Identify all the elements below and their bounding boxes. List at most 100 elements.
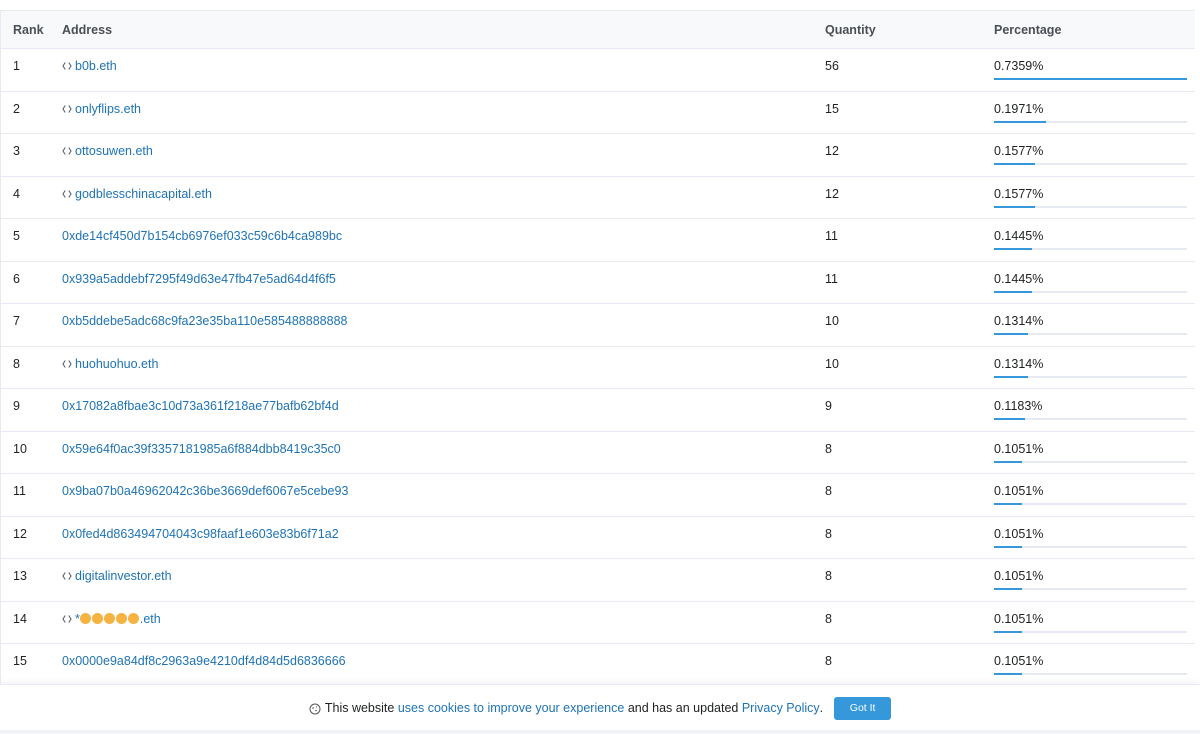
quantity-cell: 10	[813, 346, 982, 389]
got-it-button[interactable]: Got It	[834, 696, 892, 720]
address-cell: 0x0fed4d863494704043c98faaf1e603e83b6f71…	[50, 516, 813, 559]
percentage-value: 0.1971%	[994, 101, 1044, 116]
ens-diamond-icon	[62, 613, 72, 623]
header-quantity: Quantity	[813, 11, 982, 49]
address-cell: * .eth	[50, 601, 813, 644]
quantity-cell: 9	[813, 388, 982, 432]
holder-address-link[interactable]: digitalinvestor.eth	[75, 569, 172, 583]
holder-address-link[interactable]: godblesschinacapital.eth	[75, 187, 212, 201]
percentage-bar-fill	[994, 460, 1022, 463]
percentage-value: 0.1051%	[994, 484, 1044, 498]
holder-address-link[interactable]: 0xde14cf450d7b154cb6976ef033c59c6b4ca989…	[62, 229, 342, 243]
emoji-face-icon	[127, 612, 139, 624]
holder-address-link[interactable]: 0x9ba07b0a46962042c36be3669def6067e5cebe…	[62, 484, 348, 498]
header-address: Address	[50, 11, 813, 49]
percentage-bar-track	[994, 673, 1187, 675]
rank-cell: 6	[1, 261, 50, 304]
percentage-value: 0.1577%	[994, 144, 1044, 158]
page-bottom-strip	[0, 730, 1200, 734]
percentage-bar-fill	[994, 78, 1187, 80]
table-row: 5 0xde14cf450d7b154cb6976ef033c59c6b4ca98…	[1, 218, 1195, 262]
table-row: 4 godblesschinacapital.eth 12 0.1577%	[1, 176, 1195, 219]
rank-cell: 5	[1, 218, 50, 262]
quantity-cell: 8	[813, 473, 982, 517]
ens-diamond-icon	[62, 145, 72, 155]
cookie-text-before: This website	[324, 701, 395, 715]
percentage-bar-fill	[994, 290, 1032, 293]
holder-address-link[interactable]: * .eth	[75, 612, 161, 626]
percentage-bar-fill	[994, 630, 1022, 633]
table-row: 6 0x939a5addebf7295f49d63e47fb47e5ad64d4f…	[1, 261, 1195, 304]
address-cell: digitalinvestor.eth	[50, 558, 813, 602]
cookie-policy-link[interactable]: uses cookies to improve your experience	[398, 701, 625, 715]
percentage-bar-track	[994, 375, 1187, 378]
ens-diamond-icon	[62, 60, 72, 70]
percentage-bar-fill	[994, 418, 1026, 420]
percentage-bar-track	[994, 545, 1187, 548]
table-row: 10 0x59e64f0ac39f3357181985a6f884dbb8419c…	[1, 431, 1195, 474]
quantity-cell: 8	[813, 558, 982, 602]
holder-address-link[interactable]: ottosuwen.eth	[75, 144, 153, 158]
table-row: 12 0x0fed4d863494704043c98faaf1e603e83b6f…	[1, 516, 1195, 559]
holder-address-link[interactable]: 0x939a5addebf7295f49d63e47fb47e5ad64d4f6…	[62, 272, 336, 286]
holder-address-link[interactable]: onlyflips.eth	[75, 102, 141, 116]
percentage-bar-track	[994, 588, 1187, 590]
percentage-bar-track	[994, 205, 1187, 208]
header-rank: Rank	[1, 11, 50, 49]
rank-cell: 3	[1, 133, 50, 177]
table-row: 15 0x0000e9a84df8c2963a9e4210df4d84d5d683…	[1, 643, 1195, 687]
table-header-row: Rank Address Quantity Percentage	[1, 11, 1195, 49]
percentage-bar-track	[994, 248, 1187, 250]
address-cell: 0x9ba07b0a46962042c36be3669def6067e5cebe…	[50, 473, 813, 517]
percentage-bar-track	[994, 78, 1187, 80]
address-cell: 0x17082a8fbae3c10d73a361f218ae77bafb62bf…	[50, 388, 813, 432]
percentage-bar-fill	[994, 333, 1029, 335]
holder-address-link[interactable]: huohuohuo.eth	[75, 357, 158, 371]
cookie-text-middle: and has an updated	[627, 701, 739, 715]
table-row: 2 onlyflips.eth 15 0.1971%	[1, 91, 1195, 134]
rank-cell: 14	[1, 601, 50, 644]
holder-address-link[interactable]: b0b.eth	[75, 59, 117, 73]
address-cell: huohuohuo.eth	[50, 346, 813, 389]
table-row: 7 0xb5ddebe5adc68c9fa23e35ba110e585488888…	[1, 303, 1195, 347]
percentage-value: 0.1051%	[994, 611, 1044, 626]
percentage-bar-fill	[994, 205, 1036, 208]
percentage-bar-track	[994, 333, 1187, 335]
address-cell: 0x59e64f0ac39f3357181985a6f884dbb8419c35…	[50, 431, 813, 474]
ens-diamond-icon	[62, 570, 72, 580]
cookie-icon	[309, 703, 321, 715]
table-row: 3 ottosuwen.eth 12 0.1577%	[1, 133, 1195, 177]
privacy-policy-link[interactable]: Privacy Policy	[742, 701, 820, 715]
table-row: 9 0x17082a8fbae3c10d73a361f218ae77bafb62b…	[1, 388, 1195, 432]
address-cell: onlyflips.eth	[50, 91, 813, 134]
percentage-bar-fill	[994, 673, 1022, 675]
rank-cell: 15	[1, 643, 50, 687]
percentage-value: 0.1183%	[994, 399, 1043, 413]
quantity-cell: 8	[813, 516, 982, 559]
holder-address-link[interactable]: 0x0fed4d863494704043c98faaf1e603e83b6f71…	[62, 527, 339, 541]
holder-address-link[interactable]: 0x17082a8fbae3c10d73a361f218ae77bafb62bf…	[62, 399, 339, 413]
percentage-value: 0.7359%	[994, 59, 1044, 73]
quantity-cell: 10	[813, 303, 982, 347]
holders-table-container: Rank Address Quantity Percentage 1 b0b.et…	[0, 10, 1195, 687]
percentage-bar-fill	[994, 588, 1022, 590]
ens-diamond-icon	[62, 188, 72, 198]
percentage-cell: 0.1971%	[982, 91, 1195, 134]
holder-address-link[interactable]: 0x59e64f0ac39f3357181985a6f884dbb8419c35…	[62, 442, 341, 456]
percentage-bar-fill	[994, 248, 1032, 250]
percentage-bar-track	[994, 120, 1187, 123]
holder-address-link[interactable]: 0x0000e9a84df8c2963a9e4210df4d84d5d68366…	[62, 654, 346, 668]
percentage-cell: 0.1445%	[982, 261, 1195, 304]
percentage-value: 0.1051%	[994, 526, 1044, 541]
address-cell: ottosuwen.eth	[50, 133, 813, 177]
address-cell: 0xde14cf450d7b154cb6976ef033c59c6b4ca989…	[50, 218, 813, 262]
rank-cell: 9	[1, 388, 50, 432]
percentage-bar-track	[994, 460, 1187, 463]
percentage-value: 0.1445%	[994, 271, 1044, 286]
rank-cell: 4	[1, 176, 50, 219]
quantity-cell: 11	[813, 218, 982, 262]
emoji-face-icon	[103, 612, 115, 624]
table-row: 14 * .eth 8 0.1051%	[1, 601, 1195, 644]
holder-address-link[interactable]: 0xb5ddebe5adc68c9fa23e35ba110e5854888888…	[62, 314, 347, 328]
quantity-cell: 11	[813, 261, 982, 304]
